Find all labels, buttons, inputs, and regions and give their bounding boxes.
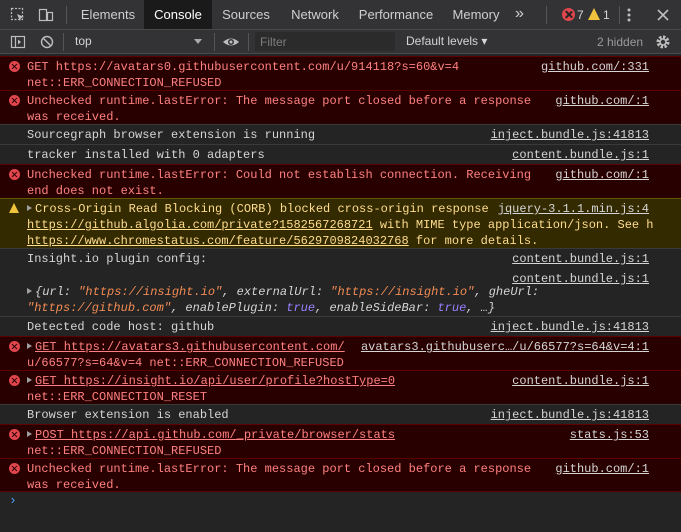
message-text: end does not exist. <box>27 184 164 198</box>
tab-sources[interactable]: Sources <box>212 0 280 29</box>
console-toolbar: top Default levels ▾ 2 hidden <box>0 30 681 54</box>
source-link[interactable]: inject.bundle.js:41813 <box>491 127 649 143</box>
message-text: net::ERR_CONNECTION_REFUSED <box>27 444 222 458</box>
console-message-error: GET https://insight.io/api/user/profile?… <box>0 370 681 404</box>
divider <box>63 33 64 51</box>
console-message-warning: Cross-Origin Read Blocking (CORB) blocke… <box>0 198 681 248</box>
source-link[interactable]: content.bundle.js:1 <box>512 251 649 267</box>
chromestatus-link[interactable]: https://www.chromestatus.com/feature/562… <box>27 234 409 248</box>
console-message-error: Unchecked runtime.lastError: The message… <box>0 90 681 124</box>
error-icon <box>9 463 20 474</box>
inspect-element-icon[interactable] <box>10 7 26 23</box>
warning-icon <box>9 203 19 213</box>
log-levels-dropdown[interactable]: Default levels ▾ <box>406 34 487 48</box>
object-preview[interactable]: {url: "https://insight.io", externalUrl:… <box>27 284 539 300</box>
console-messages: GET https://avatars0.githubusercontent.c… <box>0 54 681 532</box>
console-prompt[interactable]: › <box>9 493 17 508</box>
message-text: https://www.chromestatus.com/feature/562… <box>27 234 539 248</box>
expand-triangle-icon[interactable] <box>27 431 32 437</box>
more-options-icon[interactable] <box>627 7 631 23</box>
error-count[interactable]: 7 <box>577 8 584 22</box>
tab-console[interactable]: Console <box>144 0 212 29</box>
source-link[interactable]: stats.js:53 <box>570 427 649 443</box>
error-icon <box>9 61 20 72</box>
chevron-down-icon[interactable] <box>194 39 202 44</box>
error-icon <box>9 375 20 386</box>
clear-console-icon[interactable] <box>39 34 55 50</box>
console-message-error: GET https://avatars3.githubusercontent.c… <box>0 336 681 370</box>
warning-count[interactable]: 1 <box>603 8 610 22</box>
error-icon <box>9 341 20 352</box>
message-text[interactable]: POST https://api.github.com/_private/bro… <box>27 427 395 443</box>
source-link[interactable]: content.bundle.js:1 <box>512 147 649 163</box>
hidden-messages-count: 2 hidden <box>597 35 644 49</box>
gear-icon[interactable] <box>655 34 671 50</box>
message-text: Sourcegraph browser extension is running <box>27 128 316 142</box>
message-text: Unchecked runtime.lastError: Could not e… <box>27 168 532 182</box>
warning-count-icon[interactable] <box>588 8 600 20</box>
console-message-error: POST https://api.github.com/_private/bro… <box>0 424 681 458</box>
message-text[interactable]: Cross-Origin Read Blocking (CORB) blocke… <box>27 201 489 217</box>
tab-network[interactable]: Network <box>280 0 350 29</box>
source-link[interactable]: inject.bundle.js:41813 <box>491 319 649 335</box>
console-message-info: Insight.io plugin config: content.bundle… <box>0 248 681 316</box>
divider <box>546 6 547 24</box>
divider <box>214 33 215 51</box>
source-link[interactable]: github.com/:1 <box>555 167 649 183</box>
device-toolbar-icon[interactable] <box>38 7 54 23</box>
expand-triangle-icon[interactable] <box>27 377 32 383</box>
live-expression-eye-icon[interactable] <box>222 34 240 50</box>
object-preview: "https://github.com", enablePlugin: true… <box>27 301 496 315</box>
filter-input[interactable] <box>255 32 395 51</box>
error-count-icon[interactable] <box>562 8 575 21</box>
error-icon <box>9 95 20 106</box>
divider <box>248 33 249 51</box>
source-link[interactable]: content.bundle.js:1 <box>512 373 649 389</box>
divider <box>619 6 620 24</box>
source-link[interactable]: inject.bundle.js:41813 <box>491 407 649 423</box>
message-text[interactable]: GET https://insight.io/api/user/profile?… <box>27 373 395 389</box>
expand-triangle-icon[interactable] <box>27 205 32 211</box>
context-selector[interactable]: top <box>75 34 92 48</box>
message-text: tracker installed with 0 adapters <box>27 148 265 162</box>
sidebar-toggle-icon[interactable] <box>10 34 26 50</box>
error-icon <box>9 429 20 440</box>
devtools-tab-bar: Elements Console Sources Network Perform… <box>0 0 681 30</box>
message-text[interactable]: GET https://avatars3.githubusercontent.c… <box>27 339 345 355</box>
divider <box>66 6 67 24</box>
source-link[interactable]: avatars3.githubuserc…/u/66577?s=64&v=4:1 <box>361 339 649 355</box>
error-icon <box>9 169 20 180</box>
source-link[interactable]: github.com/:331 <box>541 59 649 75</box>
console-message-error: Unchecked runtime.lastError: Could not e… <box>0 164 681 198</box>
message-text: net::ERR_CONNECTION_REFUSED <box>27 76 222 90</box>
message-text: https://github.algolia.com/private?15825… <box>27 218 654 232</box>
tab-performance[interactable]: Performance <box>350 0 442 29</box>
message-text: Browser extension is enabled <box>27 408 229 422</box>
console-message-info: tracker installed with 0 adapters conten… <box>0 144 681 164</box>
message-text: was received. <box>27 110 121 124</box>
message-text: Unchecked runtime.lastError: The message… <box>27 94 532 108</box>
message-text[interactable]: GET https://avatars0.githubusercontent.c… <box>27 59 459 75</box>
message-text: u/66577?s=64&v=4 net::ERR_CONNECTION_REF… <box>27 356 344 370</box>
console-message-error: GET https://avatars0.githubusercontent.c… <box>0 56 681 90</box>
corb-url-link[interactable]: https://github.algolia.com/private?15825… <box>27 218 373 232</box>
console-message-error: Unchecked runtime.lastError: The message… <box>0 458 681 492</box>
message-text: Detected code host: github <box>27 320 215 334</box>
tab-elements[interactable]: Elements <box>72 0 144 29</box>
source-link[interactable]: jquery-3.1.1.min.js:4 <box>498 201 649 217</box>
message-text: was received. <box>27 478 121 492</box>
message-text: Insight.io plugin config: <box>27 252 208 266</box>
source-link[interactable]: github.com/:1 <box>555 93 649 109</box>
console-message-info: Sourcegraph browser extension is running… <box>0 124 681 144</box>
expand-triangle-icon[interactable] <box>27 343 32 349</box>
close-icon[interactable] <box>655 7 671 23</box>
source-link[interactable]: github.com/:1 <box>555 461 649 477</box>
console-message-info: Detected code host: github inject.bundle… <box>0 316 681 336</box>
tab-memory[interactable]: Memory <box>442 0 510 29</box>
message-text: net::ERR_CONNECTION_RESET <box>27 390 208 404</box>
console-message-info: Browser extension is enabled inject.bund… <box>0 404 681 424</box>
more-tabs-button[interactable]: » <box>515 0 524 29</box>
expand-triangle-icon[interactable] <box>27 288 32 294</box>
message-text: Unchecked runtime.lastError: The message… <box>27 462 532 476</box>
